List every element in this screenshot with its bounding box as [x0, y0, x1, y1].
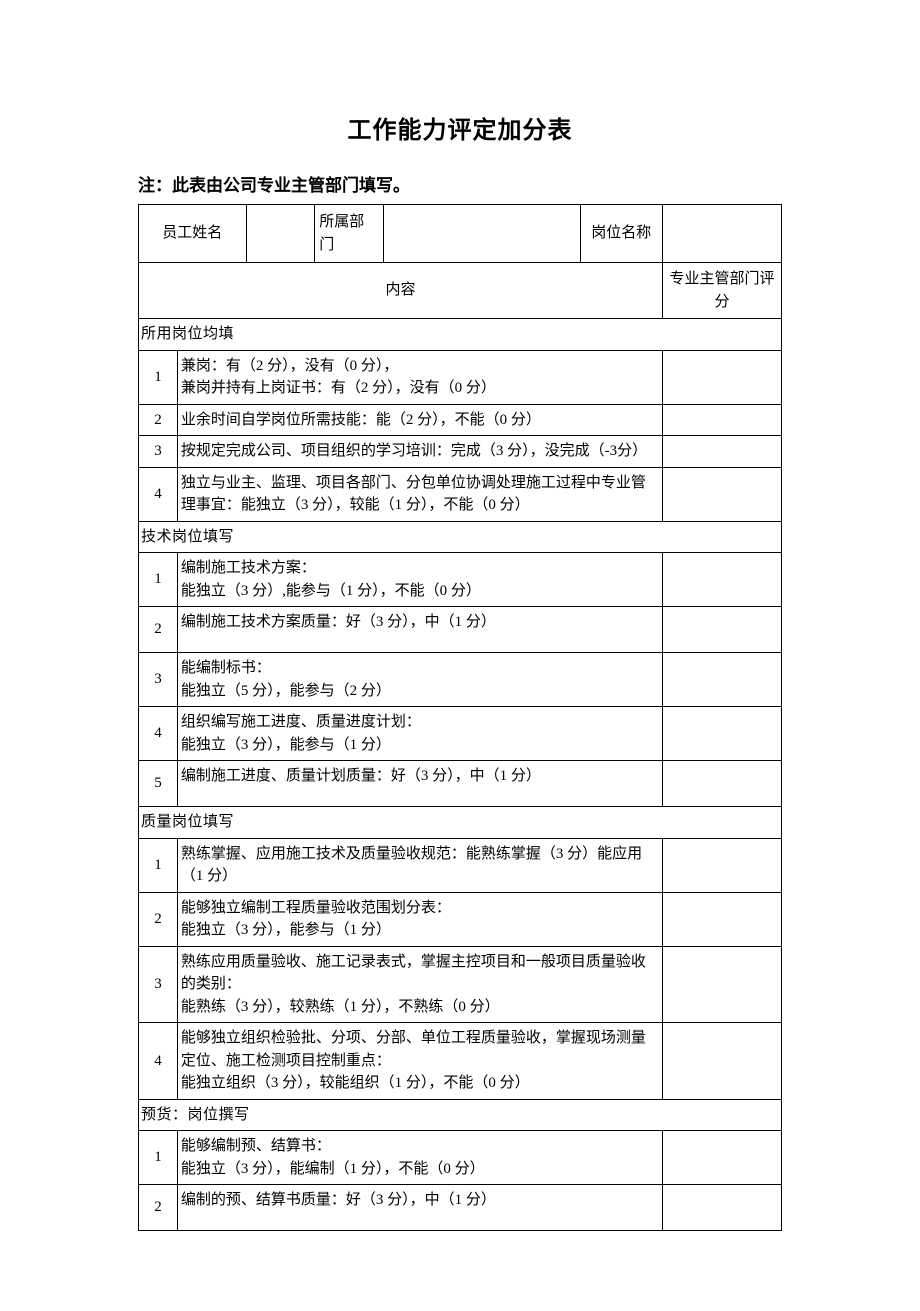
row-score [662, 404, 781, 436]
table-row: 1编制施工技术方案： 能独立（3 分）,能参与（1 分），不能（0 分） [139, 553, 782, 607]
row-content: 组织编写施工进度、质量进度计划： 能独立（3 分），能参与（1 分） [177, 707, 662, 761]
row-number: 1 [139, 1131, 178, 1185]
row-score [662, 838, 781, 892]
row-content: 编制施工技术方案： 能独立（3 分）,能参与（1 分），不能（0 分） [177, 553, 662, 607]
note: 注：此表由公司专业主管部门填写。 [138, 171, 782, 196]
row-content: 编制施工进度、质量计划质量：好（3 分），中（1 分） [177, 761, 662, 807]
row-content: 能够独立编制工程质量验收范围划分表： 能独立（3 分），能参与（1 分） [177, 892, 662, 946]
employee-name-value [246, 205, 315, 263]
section-title-row: 所用岗位均填 [139, 319, 782, 351]
dept-value [383, 205, 580, 263]
row-number: 4 [139, 1023, 178, 1100]
row-score [662, 607, 781, 653]
content-header-row: 内容 专业主管部门评分 [139, 263, 782, 319]
table-row: 1熟练掌握、应用施工技术及质量验收规范：能熟练掌握（3 分）能应用（1 分） [139, 838, 782, 892]
row-score [662, 892, 781, 946]
row-score [662, 653, 781, 707]
row-score [662, 1185, 781, 1231]
employee-name-label: 员工姓名 [139, 205, 247, 263]
row-number: 3 [139, 436, 178, 468]
table-row: 4独立与业主、监理、项目各部门、分包单位协调处理施工过程中专业管理事宜：能独立（… [139, 467, 782, 521]
row-content: 熟练掌握、应用施工技术及质量验收规范：能熟练掌握（3 分）能应用（1 分） [177, 838, 662, 892]
content-label: 内容 [139, 263, 663, 319]
row-score [662, 350, 781, 404]
row-score [662, 1131, 781, 1185]
dept-label: 所属部门 [315, 205, 384, 263]
table-row: 1能够编制预、结算书： 能独立（3 分），能编制（1 分），不能（0 分） [139, 1131, 782, 1185]
row-content: 业余时间自学岗位所需技能：能（2 分），不能（0 分） [177, 404, 662, 436]
evaluation-table: 员工姓名 所属部门 岗位名称 内容 专业主管部门评分 所用岗位均填1兼岗：有（2… [138, 204, 782, 1231]
row-score [662, 553, 781, 607]
section-title: 质量岗位填写 [139, 807, 782, 839]
table-row: 3熟练应用质量验收、施工记录表式，掌握主控项目和一般项目质量验收的类别： 能熟练… [139, 946, 782, 1023]
table-row: 4组织编写施工进度、质量进度计划： 能独立（3 分），能参与（1 分） [139, 707, 782, 761]
row-number: 4 [139, 467, 178, 521]
position-value [662, 205, 781, 263]
table-row: 3按规定完成公司、项目组织的学习培训：完成（3 分），没完成（-3分） [139, 436, 782, 468]
row-content: 按规定完成公司、项目组织的学习培训：完成（3 分），没完成（-3分） [177, 436, 662, 468]
row-score [662, 436, 781, 468]
table-row: 2业余时间自学岗位所需技能：能（2 分），不能（0 分） [139, 404, 782, 436]
table-row: 3能编制标书： 能独立（5 分），能参与（2 分） [139, 653, 782, 707]
section-title: 技术岗位填写 [139, 521, 782, 553]
employee-info-row: 员工姓名 所属部门 岗位名称 [139, 205, 782, 263]
section-title: 所用岗位均填 [139, 319, 782, 351]
score-label: 专业主管部门评分 [662, 263, 781, 319]
row-number: 2 [139, 607, 178, 653]
row-content: 独立与业主、监理、项目各部门、分包单位协调处理施工过程中专业管理事宜：能独立（3… [177, 467, 662, 521]
row-number: 1 [139, 553, 178, 607]
position-label: 岗位名称 [580, 205, 662, 263]
table-row: 5编制施工进度、质量计划质量：好（3 分），中（1 分） [139, 761, 782, 807]
section-title-row: 预货：岗位撰写 [139, 1099, 782, 1131]
row-number: 3 [139, 653, 178, 707]
row-content: 熟练应用质量验收、施工记录表式，掌握主控项目和一般项目质量验收的类别： 能熟练（… [177, 946, 662, 1023]
row-number: 2 [139, 404, 178, 436]
row-score [662, 1023, 781, 1100]
row-number: 1 [139, 350, 178, 404]
row-content: 能编制标书： 能独立（5 分），能参与（2 分） [177, 653, 662, 707]
row-score [662, 707, 781, 761]
table-row: 2能够独立编制工程质量验收范围划分表： 能独立（3 分），能参与（1 分） [139, 892, 782, 946]
row-content: 编制的预、结算书质量：好（3 分），中（1 分） [177, 1185, 662, 1231]
row-content: 能够独立组织检验批、分项、分部、单位工程质量验收，掌握现场测量定位、施工检测项目… [177, 1023, 662, 1100]
row-number: 2 [139, 892, 178, 946]
row-content: 能够编制预、结算书： 能独立（3 分），能编制（1 分），不能（0 分） [177, 1131, 662, 1185]
row-number: 3 [139, 946, 178, 1023]
row-score [662, 946, 781, 1023]
table-row: 4能够独立组织检验批、分项、分部、单位工程质量验收，掌握现场测量定位、施工检测项… [139, 1023, 782, 1100]
section-title-row: 技术岗位填写 [139, 521, 782, 553]
row-number: 2 [139, 1185, 178, 1231]
row-score [662, 467, 781, 521]
row-score [662, 761, 781, 807]
row-number: 1 [139, 838, 178, 892]
section-title: 预货：岗位撰写 [139, 1099, 782, 1131]
page-title: 工作能力评定加分表 [138, 110, 782, 145]
table-row: 2编制施工技术方案质量：好（3 分），中（1 分） [139, 607, 782, 653]
table-row: 1兼岗：有（2 分），没有（0 分）， 兼岗并持有上岗证书：有（2 分），没有（… [139, 350, 782, 404]
row-number: 5 [139, 761, 178, 807]
row-content: 编制施工技术方案质量：好（3 分），中（1 分） [177, 607, 662, 653]
row-content: 兼岗：有（2 分），没有（0 分）， 兼岗并持有上岗证书：有（2 分），没有（0… [177, 350, 662, 404]
table-row: 2编制的预、结算书质量：好（3 分），中（1 分） [139, 1185, 782, 1231]
section-title-row: 质量岗位填写 [139, 807, 782, 839]
row-number: 4 [139, 707, 178, 761]
